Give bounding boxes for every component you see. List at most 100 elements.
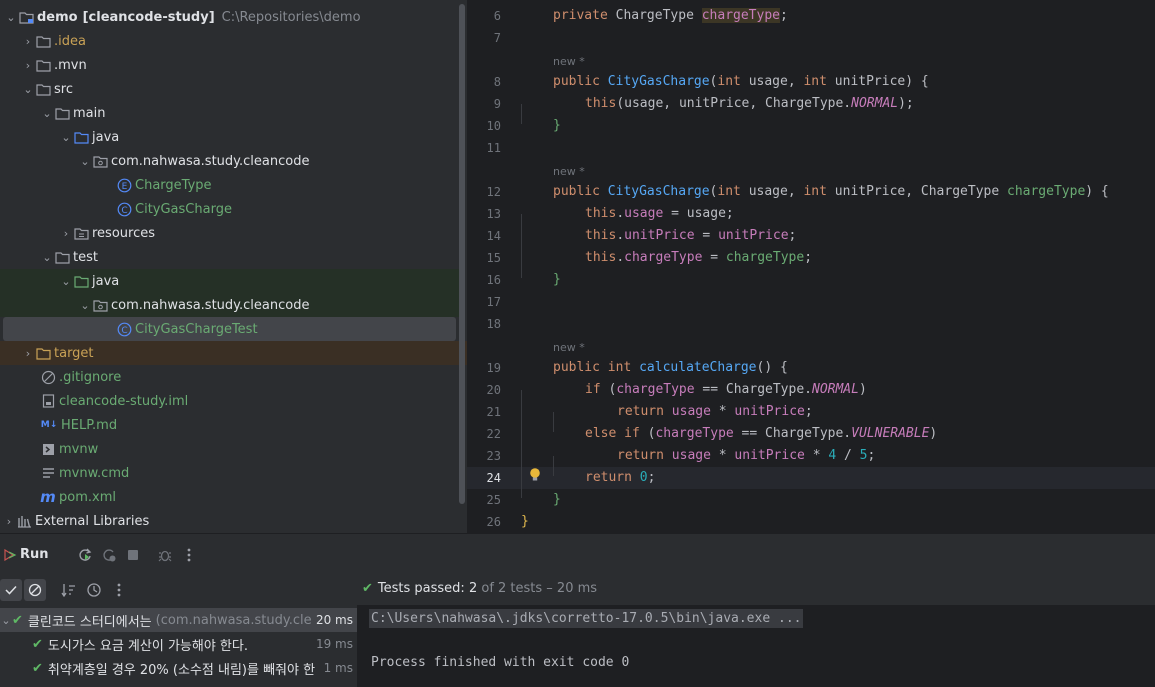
code-line-25[interactable]: } bbox=[553, 492, 561, 507]
tree-item-mvn[interactable]: › .mvn bbox=[0, 53, 467, 77]
indent-guide bbox=[521, 104, 522, 124]
code-line-19[interactable]: public int calculateCharge() { bbox=[553, 360, 788, 375]
tree-item-target[interactable]: › target bbox=[0, 341, 467, 365]
indent-guide bbox=[521, 390, 522, 498]
chevron-down-icon[interactable]: ⌄ bbox=[78, 299, 92, 312]
tree-item-test[interactable]: ⌄ test bbox=[0, 245, 467, 269]
chevron-down-icon[interactable]: ⌄ bbox=[0, 614, 12, 627]
chevron-down-icon[interactable]: ⌄ bbox=[59, 275, 73, 288]
stop-icon[interactable] bbox=[121, 543, 145, 567]
code-line-15[interactable]: this.chargeType = chargeType; bbox=[585, 250, 812, 265]
line-number: 26 bbox=[486, 515, 501, 529]
chevron-right-icon[interactable]: › bbox=[2, 515, 16, 528]
chevron-down-icon[interactable]: ⌄ bbox=[59, 131, 73, 144]
tree-item-mvnw-cmd[interactable]: mvnw.cmd bbox=[0, 461, 467, 485]
console-command-line[interactable]: C:\Users\nahwasa\.jdks\corretto-17.0.5\b… bbox=[369, 609, 804, 628]
code-line-8[interactable]: public CityGasCharge(int usage, int unit… bbox=[553, 74, 929, 89]
tree-item-pom[interactable]: m pom.xml bbox=[0, 485, 467, 509]
tree-item-label: CityGasCharge bbox=[135, 201, 232, 217]
line-number-current: 24 bbox=[486, 471, 501, 485]
tree-item-gitignore[interactable]: .gitignore bbox=[0, 365, 467, 389]
package-icon bbox=[92, 298, 108, 312]
test-name: 취약계층일 경우 20% (소수점 내림)를 빼줘야 한 bbox=[47, 662, 316, 678]
code-line-14[interactable]: this.unitPrice = unitPrice; bbox=[585, 228, 796, 243]
more-options-icon[interactable] bbox=[108, 579, 130, 601]
chevron-right-icon[interactable]: › bbox=[59, 227, 73, 240]
tree-item-test-package[interactable]: ⌄ com.nahwasa.study.cleancode bbox=[0, 293, 462, 317]
tree-item-label: java bbox=[92, 129, 120, 145]
test-suite-row[interactable]: ⌄ ✔ 클린코드 스터디에서는 (com.nahwasa.study.cle 2… bbox=[0, 608, 357, 632]
chevron-down-icon[interactable]: ⌄ bbox=[78, 155, 92, 168]
chevron-right-icon[interactable]: › bbox=[21, 347, 35, 360]
tree-item-main-java[interactable]: ⌄ java bbox=[0, 125, 467, 149]
chevron-right-icon[interactable]: › bbox=[21, 35, 35, 48]
tree-item-chargetype[interactable]: E ChargeType bbox=[0, 173, 467, 197]
tree-item-label: .gitignore bbox=[59, 369, 122, 385]
tree-item-resources[interactable]: › resources bbox=[0, 221, 467, 245]
test-case-row[interactable]: ✔ 도시가스 요금 계산이 가능해야 한다. 19 ms bbox=[0, 632, 357, 656]
code-line-23[interactable]: return usage * unitPrice * 4 / 5; bbox=[617, 448, 875, 463]
tree-item-iml[interactable]: cleancode-study.iml bbox=[0, 389, 467, 413]
tree-item-label: src bbox=[54, 81, 73, 97]
tree-item-external-libraries[interactable]: › External Libraries bbox=[0, 509, 467, 533]
lightbulb-icon[interactable] bbox=[528, 467, 542, 483]
class-icon: C bbox=[116, 202, 132, 216]
run-console[interactable]: C:\Users\nahwasa\.jdks\corretto-17.0.5\b… bbox=[357, 605, 1155, 687]
test-folder-icon bbox=[73, 274, 89, 288]
code-line-9[interactable]: this(usage, unitPrice, ChargeType.NORMAL… bbox=[585, 96, 914, 111]
tree-root-demo[interactable]: ⌄ demo [cleancode-study] C:\Repositories… bbox=[0, 5, 467, 29]
usage-hint[interactable]: new * bbox=[553, 55, 585, 68]
tree-scrollbar[interactable] bbox=[459, 4, 465, 504]
folder-icon bbox=[54, 106, 70, 120]
project-tree[interactable]: ⌄ demo [cleancode-study] C:\Repositories… bbox=[0, 0, 467, 533]
line-number: 25 bbox=[486, 493, 501, 507]
source-folder-icon bbox=[73, 130, 89, 144]
tree-item-citygascharge[interactable]: C CityGasCharge bbox=[0, 197, 467, 221]
code-editor[interactable]: 6 7 8 9 10 11 12 13 14 15 16 17 18 19 20… bbox=[467, 0, 1155, 533]
tree-item-main-package[interactable]: ⌄ com.nahwasa.study.cleancode bbox=[0, 149, 467, 173]
code-line-20[interactable]: if (chargeType == ChargeType.NORMAL) bbox=[585, 382, 867, 397]
tree-item-src[interactable]: ⌄ src bbox=[0, 77, 467, 101]
sort-by-duration-icon[interactable] bbox=[83, 579, 105, 601]
test-duration: 20 ms bbox=[312, 613, 353, 627]
debug-bug-icon[interactable] bbox=[153, 543, 177, 567]
code-line-13[interactable]: this.usage = usage; bbox=[585, 206, 734, 221]
test-case-row[interactable]: ✔ 취약계층일 경우 20% (소수점 내림)를 빼줘야 한 1 ms bbox=[0, 656, 357, 680]
shell-script-icon bbox=[40, 442, 56, 456]
excluded-folder-icon bbox=[35, 346, 51, 360]
chevron-down-icon[interactable]: ⌄ bbox=[40, 251, 54, 264]
chevron-right-icon[interactable]: › bbox=[21, 59, 35, 72]
show-passed-toggle[interactable] bbox=[0, 579, 22, 601]
code-line-10[interactable]: } bbox=[553, 118, 561, 133]
tree-item-label: com.nahwasa.study.cleancode bbox=[111, 297, 310, 313]
more-options-icon[interactable] bbox=[177, 543, 201, 567]
tree-item-main[interactable]: ⌄ main bbox=[0, 101, 467, 125]
code-line-22[interactable]: else if (chargeType == ChargeType.VULNER… bbox=[585, 426, 937, 441]
chevron-down-icon[interactable]: ⌄ bbox=[4, 11, 18, 24]
chevron-down-icon[interactable]: ⌄ bbox=[21, 83, 35, 96]
rerun-icon[interactable] bbox=[73, 543, 97, 567]
test-results-tree[interactable]: ⌄ ✔ 클린코드 스터디에서는 (com.nahwasa.study.cle 2… bbox=[0, 605, 357, 687]
usage-hint[interactable]: new * bbox=[553, 341, 585, 354]
code-line-26[interactable]: } bbox=[521, 514, 529, 529]
chevron-down-icon[interactable]: ⌄ bbox=[40, 107, 54, 120]
rerun-failed-icon[interactable] bbox=[97, 543, 121, 567]
code-line-21[interactable]: return usage * unitPrice; bbox=[617, 404, 813, 419]
class-letter: C bbox=[121, 205, 127, 215]
tree-item-help[interactable]: M↓ HELP.md bbox=[0, 413, 467, 437]
show-ignored-toggle[interactable] bbox=[24, 579, 46, 601]
code-line-12[interactable]: public CityGasCharge(int usage, int unit… bbox=[553, 184, 1109, 199]
code-line-24[interactable]: return 0; bbox=[585, 470, 655, 485]
code-line-16[interactable]: } bbox=[553, 272, 561, 287]
tree-item-label: CityGasChargeTest bbox=[135, 321, 258, 337]
code-line-6[interactable]: private ChargeType chargeType; bbox=[553, 8, 788, 23]
run-panel-title[interactable]: Run bbox=[20, 547, 49, 562]
tree-item-idea[interactable]: › .idea bbox=[0, 29, 467, 53]
usage-hint[interactable]: new * bbox=[553, 165, 585, 178]
tree-item-test-java[interactable]: ⌄ java bbox=[0, 269, 462, 293]
tree-item-mvnw[interactable]: mvnw bbox=[0, 437, 467, 461]
sort-icon[interactable] bbox=[58, 579, 80, 601]
text-file-icon bbox=[40, 466, 56, 480]
tree-item-citygaschargetest[interactable]: C CityGasChargeTest bbox=[3, 317, 456, 341]
tree-item-label: .idea bbox=[54, 33, 86, 49]
